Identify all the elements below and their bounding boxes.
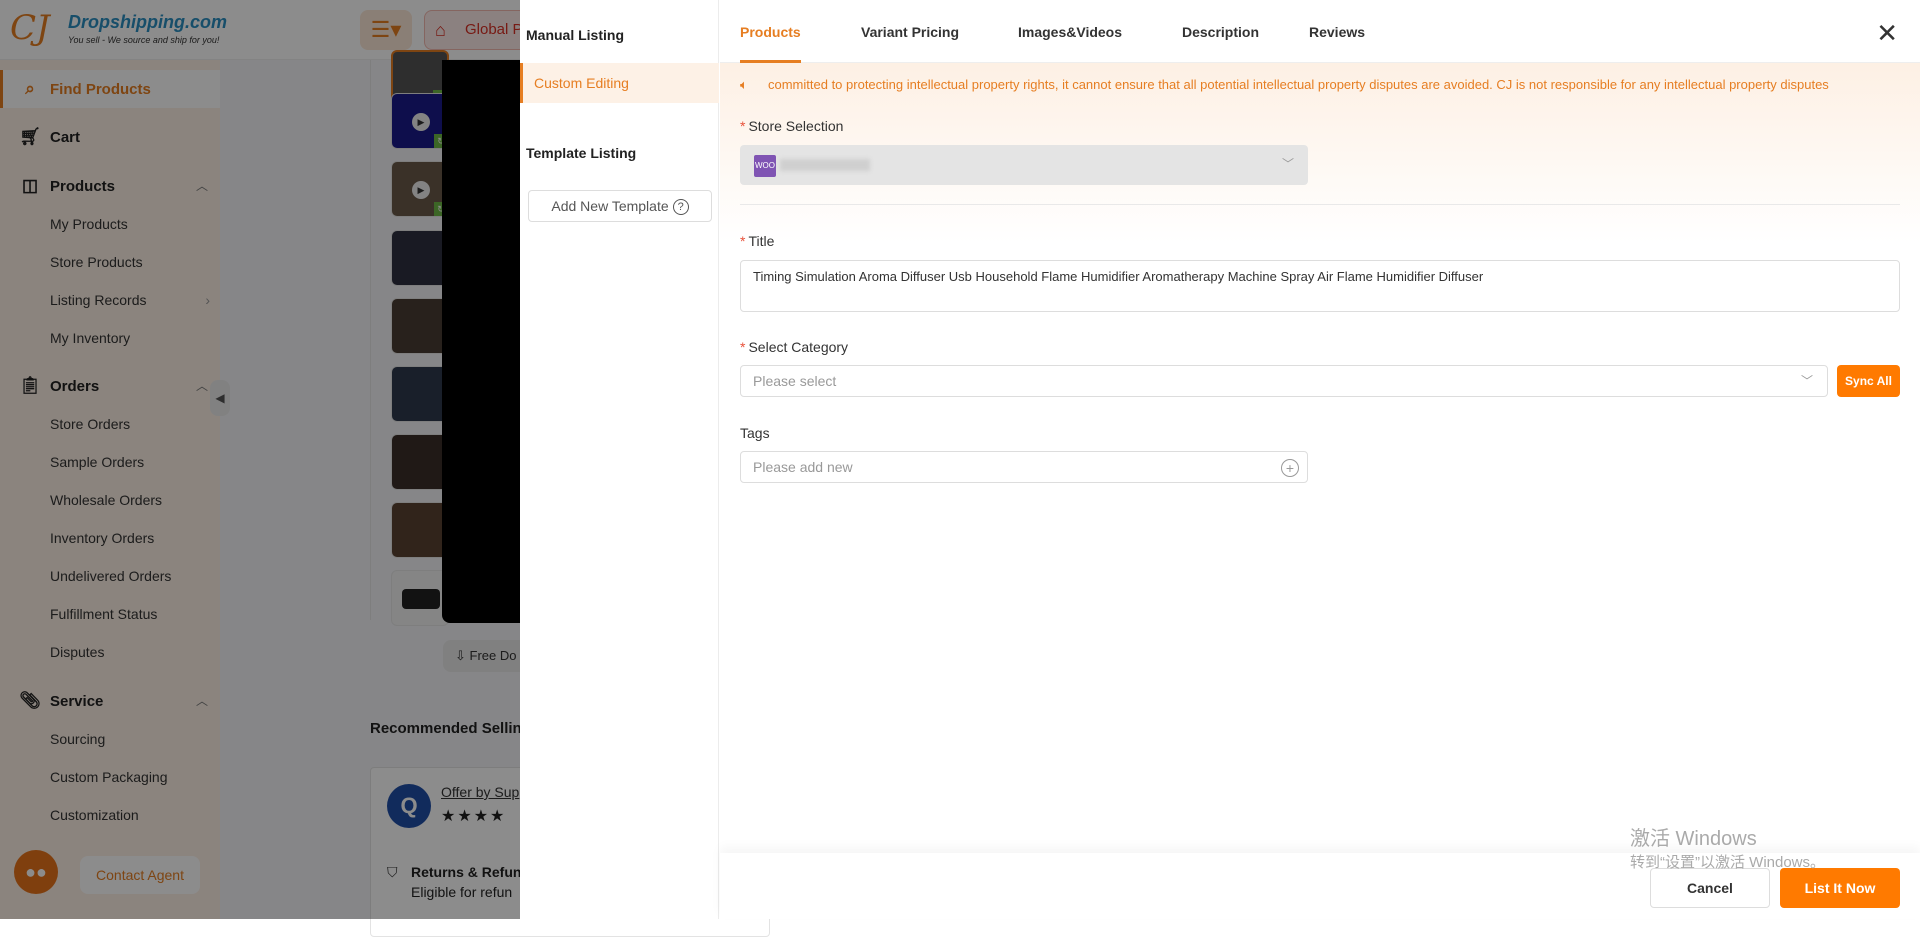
listing-type-nav: Manual Listing Custom Editing Template L… (520, 0, 719, 919)
close-icon[interactable]: ✕ (1876, 20, 1898, 46)
store-select[interactable]: WOO ﹀ (740, 145, 1308, 185)
store-selection-label: * Store Selection (740, 118, 844, 134)
listing-panel: Products Variant Pricing Images&Videos D… (720, 0, 1920, 919)
manual-listing-heading: Manual Listing (526, 27, 624, 43)
woocommerce-icon: WOO (754, 155, 776, 177)
tags-input[interactable]: Please add new + (740, 451, 1308, 483)
add-tag-icon[interactable]: + (1281, 459, 1299, 477)
divider (740, 204, 1900, 205)
template-listing-heading: Template Listing (526, 145, 637, 161)
category-placeholder: Please select (753, 373, 837, 389)
tags-label: Tags (740, 425, 770, 441)
tab-images-videos[interactable]: Images&Videos (1018, 24, 1122, 63)
title-label: * Title (740, 233, 775, 249)
add-template-label: Add New Template (551, 198, 669, 214)
tab-variant-pricing[interactable]: Variant Pricing (861, 24, 959, 63)
chevron-down-icon: ﹀ (1800, 374, 1813, 388)
ip-notice: 🔈︎ committed to protecting intellectual p… (740, 77, 1900, 93)
tab-reviews[interactable]: Reviews (1309, 24, 1365, 63)
watermark-line2: 转到“设置”以激活 Windows。 (1630, 854, 1826, 871)
tab-description[interactable]: Description (1182, 24, 1259, 63)
title-input[interactable]: Timing Simulation Aroma Diffuser Usb Hou… (740, 260, 1900, 312)
windows-activation-watermark: 激活 Windows 转到“设置”以激活 Windows。 (1630, 822, 1825, 872)
custom-editing-item[interactable]: Custom Editing (520, 63, 719, 103)
listing-drawer: Manual Listing Custom Editing Template L… (520, 0, 1920, 919)
category-select[interactable]: Please select ﹀ (740, 365, 1828, 397)
form-area: 🔈︎ committed to protecting intellectual p… (720, 63, 1920, 853)
help-icon[interactable]: ? (672, 199, 689, 216)
add-new-template-button[interactable]: Add New Template? (528, 190, 712, 222)
chevron-down-icon: ﹀ (1281, 157, 1294, 171)
tags-placeholder: Please add new (753, 459, 853, 475)
notice-text: committed to protecting intellectual pro… (768, 77, 1829, 92)
watermark-line1: 激活 Windows (1630, 828, 1757, 850)
cancel-button[interactable]: Cancel (1650, 868, 1770, 908)
tab-products[interactable]: Products (740, 24, 801, 63)
modal-overlay[interactable] (0, 0, 520, 919)
store-name-redacted (780, 159, 870, 171)
sync-all-button[interactable]: Sync All (1837, 365, 1900, 397)
speaker-icon: 🔈︎ (740, 77, 748, 92)
tab-bar: Products Variant Pricing Images&Videos D… (720, 0, 1920, 63)
list-it-now-button[interactable]: List It Now (1780, 868, 1900, 908)
category-label: * Select Category (740, 339, 849, 355)
